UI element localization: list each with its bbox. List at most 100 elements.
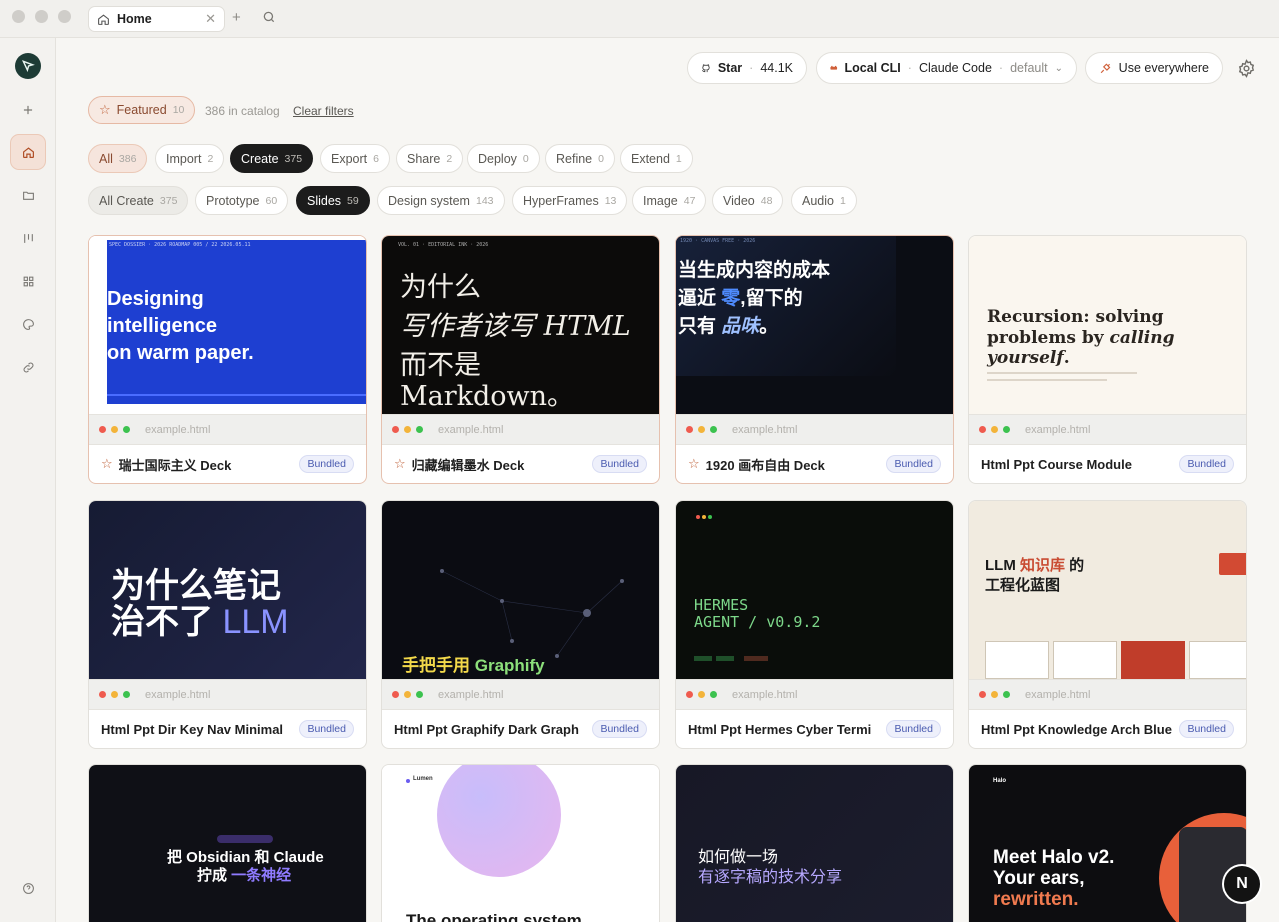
- folder-icon[interactable]: [10, 177, 46, 213]
- bundled-badge: Bundled: [1179, 720, 1234, 738]
- filter-audio[interactable]: Audio 1: [791, 186, 857, 215]
- close-window-button[interactable]: [12, 10, 25, 23]
- link-icon[interactable]: [10, 349, 46, 385]
- filter-design-system[interactable]: Design system 143: [377, 186, 505, 215]
- star-icon: ☆: [99, 102, 111, 117]
- tab-title: Home: [117, 12, 152, 26]
- template-card[interactable]: 如何做一场 有逐字稿的技术分享: [675, 764, 954, 922]
- star-count: 44.1K: [760, 61, 793, 75]
- template-card[interactable]: 为什么笔记 治不了 LLM example.html Html Ppt Dir …: [88, 500, 367, 749]
- card-title: 瑞士国际主义 Deck: [118, 457, 232, 473]
- template-card[interactable]: LLM 知识库 的 工程化蓝图 example.html Html Ppt Kn…: [968, 500, 1247, 749]
- card-title: Html Ppt Graphify Dark Graph: [394, 721, 579, 737]
- grid-icon[interactable]: [10, 263, 46, 299]
- template-card[interactable]: 手把手用 Graphify example.html Html Ppt Grap…: [381, 500, 660, 749]
- preview-url-bar: example.html: [676, 679, 953, 710]
- template-card[interactable]: VOL. 01 · EDITORIAL INK · 2026 为什么 写作者该写…: [381, 235, 660, 484]
- use-everywhere-button[interactable]: Use everywhere: [1085, 52, 1223, 84]
- bundled-badge: Bundled: [592, 455, 647, 473]
- filter-export[interactable]: Export 6: [320, 144, 390, 173]
- filter-deploy[interactable]: Deploy 0: [467, 144, 540, 173]
- filter-extend[interactable]: Extend 1: [620, 144, 693, 173]
- github-star-button[interactable]: Star · 44.1K: [687, 52, 807, 84]
- card-title: Html Ppt Hermes Cyber Termi: [688, 721, 872, 737]
- preview-url-bar: example.html: [676, 414, 953, 445]
- filter-video[interactable]: Video 48: [712, 186, 784, 215]
- filter-import[interactable]: Import 2: [155, 144, 225, 173]
- plug-icon: [1100, 62, 1111, 73]
- app-logo-icon[interactable]: [15, 53, 41, 79]
- card-thumbnail: Lumen The operating system: [382, 765, 659, 922]
- card-thumbnail: 为什么笔记 治不了 LLM: [89, 501, 366, 679]
- new-item-icon[interactable]: [10, 92, 46, 128]
- card-thumbnail: Halo Meet Halo v2. Your ears, rewritten.: [969, 765, 1246, 922]
- github-icon: [702, 63, 710, 72]
- template-card[interactable]: 1920 · CANVAS FREE · 2026 当生成内容的成本 逼近 零,…: [675, 235, 954, 484]
- card-thumbnail: 把 Obsidian 和 Claude 拧成 一条神经: [89, 765, 366, 922]
- card-thumbnail: 手把手用 Graphify: [382, 501, 659, 679]
- template-card[interactable]: Recursion: solving problems by calling y…: [968, 235, 1247, 484]
- clear-filters-link[interactable]: Clear filters: [293, 104, 354, 118]
- favorite-star-icon[interactable]: ☆: [394, 456, 406, 472]
- filter-share[interactable]: Share 2: [396, 144, 464, 173]
- template-card[interactable]: HERMES AGENT / v0.9.2 example.html Html …: [675, 500, 954, 749]
- palette-icon[interactable]: [10, 306, 46, 342]
- preview-url-bar: example.html: [382, 414, 659, 445]
- preview-url-bar: example.html: [969, 414, 1246, 445]
- catalog-count: 386 in catalog: [205, 104, 280, 118]
- zoom-window-button[interactable]: [58, 10, 71, 23]
- card-thumbnail: SPEC DOSSIER · 2026 ROADMAP 005 / 22 202…: [89, 236, 366, 414]
- preview-url-bar: example.html: [969, 679, 1246, 710]
- card-thumbnail: 如何做一场 有逐字稿的技术分享: [676, 765, 953, 922]
- template-card[interactable]: SPEC DOSSIER · 2026 ROADMAP 005 / 22 202…: [88, 235, 367, 484]
- card-thumbnail: HERMES AGENT / v0.9.2: [676, 501, 953, 679]
- filter-create[interactable]: Create 375: [230, 144, 314, 173]
- card-title: Html Ppt Knowledge Arch Blue: [981, 721, 1172, 737]
- sidebar: [0, 38, 56, 922]
- bundled-badge: Bundled: [592, 720, 647, 738]
- bundled-badge: Bundled: [299, 720, 354, 738]
- cli-icon: [830, 65, 838, 70]
- filter-image[interactable]: Image 47: [632, 186, 707, 215]
- card-title: Html Ppt Course Module: [981, 456, 1132, 472]
- template-card[interactable]: 把 Obsidian 和 Claude 拧成 一条神经: [88, 764, 367, 922]
- sidebar-item-home[interactable]: [10, 134, 46, 170]
- use-everywhere-label: Use everywhere: [1118, 61, 1209, 75]
- filter-hyperframes[interactable]: HyperFrames 13: [512, 186, 628, 215]
- title-bar: Home ✕ +: [0, 0, 1279, 38]
- home-icon: [98, 13, 109, 25]
- minimize-window-button[interactable]: [35, 10, 48, 23]
- cli-agent: Claude Code: [918, 61, 992, 75]
- card-title: 1920 画布自由 Deck: [705, 457, 825, 473]
- tab-home[interactable]: Home ✕: [88, 6, 225, 32]
- favorite-star-icon[interactable]: ☆: [101, 456, 113, 472]
- card-thumbnail: Recursion: solving problems by calling y…: [969, 236, 1246, 414]
- featured-filter[interactable]: ☆ Featured 10: [88, 96, 196, 124]
- filter-prototype[interactable]: Prototype 60: [195, 186, 289, 215]
- bundled-badge: Bundled: [886, 720, 941, 738]
- preview-url-bar: example.html: [89, 679, 366, 710]
- gear-icon[interactable]: [1237, 59, 1256, 81]
- search-icon[interactable]: [262, 10, 276, 28]
- board-icon[interactable]: [10, 220, 46, 256]
- filter-slides[interactable]: Slides 59: [296, 186, 370, 215]
- home-icon: [22, 146, 34, 158]
- dev-tools-button[interactable]: N: [1224, 866, 1260, 902]
- filter-all[interactable]: All 386: [88, 144, 148, 173]
- template-card[interactable]: Lumen The operating system: [381, 764, 660, 922]
- help-icon[interactable]: [10, 870, 46, 906]
- filter-refine[interactable]: Refine 0: [545, 144, 615, 173]
- favorite-star-icon[interactable]: ☆: [688, 456, 700, 472]
- cli-label: Local CLI: [844, 61, 901, 75]
- new-tab-icon[interactable]: +: [232, 10, 241, 26]
- card-title: Html Ppt Dir Key Nav Minimal: [101, 721, 284, 737]
- close-tab-icon[interactable]: ✕: [205, 11, 216, 27]
- bundled-badge: Bundled: [299, 455, 354, 473]
- agent-selector[interactable]: Local CLI · Claude Code · default ⌄: [816, 52, 1077, 84]
- preview-url-bar: example.html: [89, 414, 366, 445]
- bundled-badge: Bundled: [1179, 455, 1234, 473]
- preview-url-bar: example.html: [382, 679, 659, 710]
- chevron-down-icon: ⌄: [1054, 62, 1063, 74]
- template-card[interactable]: Halo Meet Halo v2. Your ears, rewritten.: [968, 764, 1247, 922]
- filter-all-create[interactable]: All Create 375: [88, 186, 189, 215]
